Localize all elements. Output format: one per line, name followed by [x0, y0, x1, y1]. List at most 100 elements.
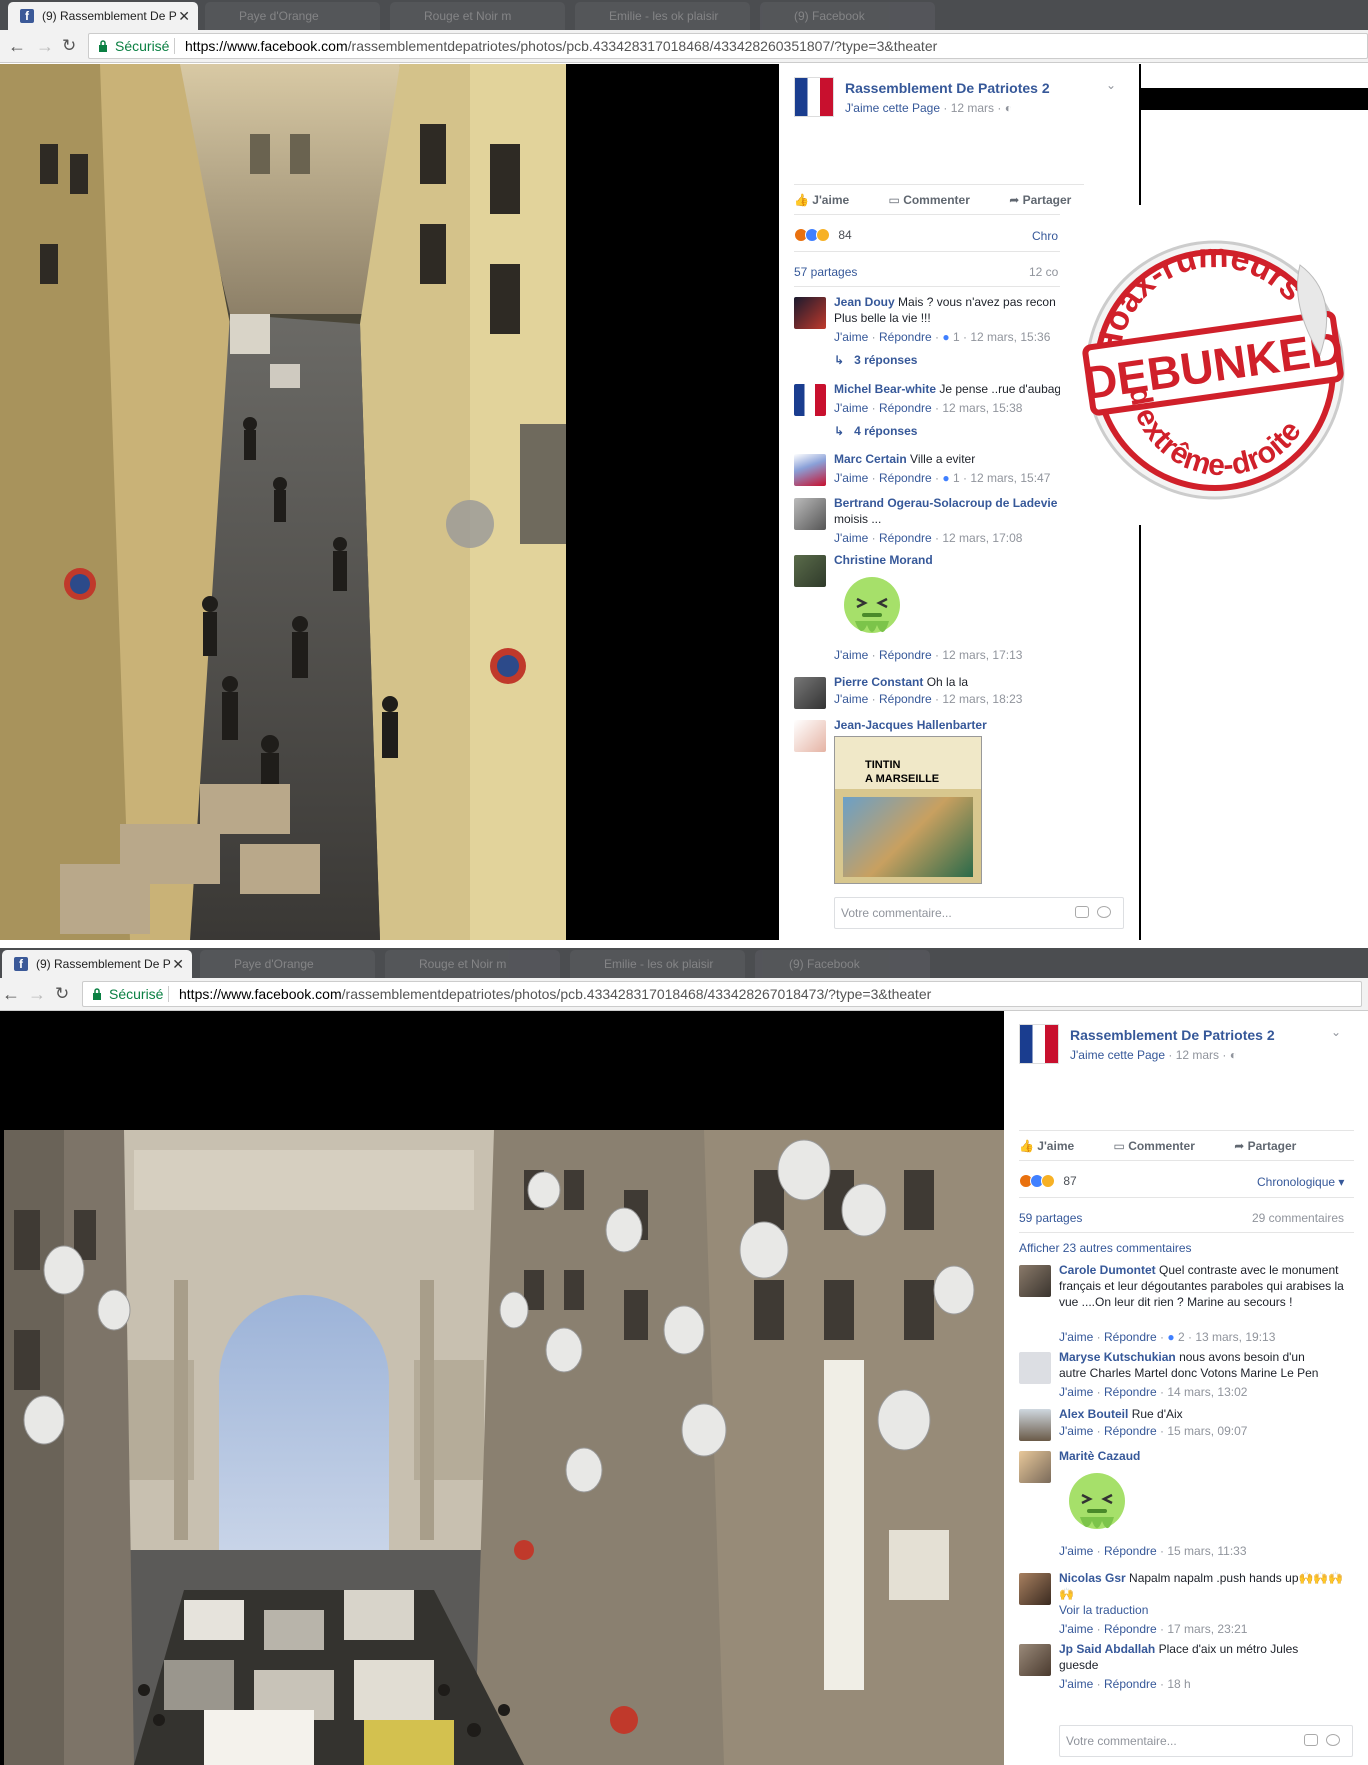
browser-tab[interactable]: (9) Facebook: [760, 2, 935, 30]
comment-button[interactable]: ▭ Commenter: [1114, 1139, 1213, 1153]
comment-reply-link[interactable]: Répondre: [1104, 1424, 1157, 1438]
commenter-avatar[interactable]: [794, 454, 826, 486]
chevron-down-icon[interactable]: ⌄: [1331, 1025, 1341, 1039]
comment-image-comic-cover[interactable]: TINTIN A MARSEILLE: [834, 736, 982, 884]
post-date[interactable]: 12 mars: [951, 101, 994, 115]
comment-reply-link[interactable]: Répondre: [1104, 1622, 1157, 1636]
translate-link[interactable]: Voir la traduction: [1059, 1603, 1148, 1617]
browser-tab[interactable]: Paye d'Orange: [200, 950, 375, 978]
commenter-avatar[interactable]: [1019, 1409, 1051, 1441]
comment-reply-link[interactable]: Répondre: [1104, 1677, 1157, 1691]
camera-icon[interactable]: [1304, 1734, 1318, 1746]
commenter-avatar[interactable]: [1019, 1644, 1051, 1676]
comment-reply-link[interactable]: Répondre: [879, 330, 932, 344]
comment-reply-link[interactable]: Répondre: [879, 401, 932, 415]
comment-reply-link[interactable]: Répondre: [1104, 1330, 1157, 1344]
page-name-link[interactable]: Rassemblement De Patriotes 2: [845, 80, 1050, 96]
comment-like-link[interactable]: J'aime: [834, 648, 868, 662]
browser-tab-active[interactable]: f (9) Rassemblement De P ✕: [2, 950, 192, 978]
commenter-avatar[interactable]: [794, 297, 826, 329]
show-more-comments-link[interactable]: Afficher 23 autres commentaires: [1019, 1241, 1192, 1255]
comment-time[interactable]: 14 mars, 13:02: [1167, 1385, 1247, 1399]
browser-tab[interactable]: Rouge et Noir m: [385, 950, 560, 978]
comments-count[interactable]: 29 commentaires: [1252, 1211, 1344, 1225]
commenter-avatar[interactable]: [794, 384, 826, 416]
emoji-icon[interactable]: [1097, 906, 1111, 918]
commenter-avatar[interactable]: [794, 720, 826, 752]
commenter-avatar[interactable]: [1019, 1352, 1051, 1384]
like-page-link[interactable]: J'aime cette Page: [1070, 1048, 1165, 1062]
url-omnibox[interactable]: Sécurisé https://www.facebook.com/rassem…: [82, 981, 1362, 1007]
comment-time[interactable]: 12 mars, 17:13: [942, 648, 1022, 662]
back-arrow-icon[interactable]: ←: [8, 36, 26, 57]
comment-reply-link[interactable]: Répondre: [879, 531, 932, 545]
post-date[interactable]: 12 mars: [1176, 1048, 1219, 1062]
reactions-summary[interactable]: 87: [1019, 1174, 1077, 1190]
sort-dropdown[interactable]: Chro: [1032, 229, 1058, 243]
commenter-avatar[interactable]: [1019, 1451, 1051, 1483]
comment-time[interactable]: 18 h: [1167, 1677, 1190, 1691]
reload-icon[interactable]: ↻: [62, 36, 76, 56]
post-photo-arch[interactable]: [4, 1130, 1004, 1765]
comment-like-link[interactable]: J'aime: [1059, 1424, 1093, 1438]
close-tab-icon[interactable]: ✕: [178, 2, 190, 30]
commenter-avatar[interactable]: [1019, 1265, 1051, 1297]
page-name-link[interactable]: Rassemblement De Patriotes 2: [1070, 1027, 1275, 1043]
comment-like-link[interactable]: J'aime: [1059, 1622, 1093, 1636]
comment-like-link[interactable]: J'aime: [834, 471, 868, 485]
comment-time[interactable]: 15 mars, 09:07: [1167, 1424, 1247, 1438]
forward-arrow-icon[interactable]: →: [36, 36, 54, 57]
shares-link[interactable]: 59 partages: [1019, 1211, 1082, 1225]
comment-time[interactable]: 15 mars, 11:33: [1167, 1544, 1246, 1558]
comment-author-link[interactable]: Marc Certain: [834, 452, 907, 466]
share-button[interactable]: ➦ Partager: [1234, 1139, 1314, 1153]
page-avatar[interactable]: [794, 77, 834, 117]
sort-dropdown[interactable]: Chronologique ▾: [1257, 1175, 1344, 1189]
comment-like-link[interactable]: J'aime: [834, 401, 868, 415]
comment-author-link[interactable]: Bertrand Ogerau-Solacroup de Ladevie: [834, 496, 1057, 510]
comment-author-link[interactable]: Pierre Constant: [834, 675, 923, 689]
comment-author-link[interactable]: Alex Bouteil: [1059, 1407, 1128, 1421]
comment-author-link[interactable]: Maritè Cazaud: [1059, 1449, 1140, 1463]
commenter-avatar[interactable]: [794, 555, 826, 587]
comment-author-link[interactable]: Maryse Kutschukian: [1059, 1350, 1176, 1364]
comment-author-link[interactable]: Christine Morand: [834, 553, 933, 567]
browser-tab[interactable]: Emilie - les ok plaisir: [570, 950, 745, 978]
comment-author-link[interactable]: Jean Douy: [834, 295, 895, 309]
reload-icon[interactable]: ↻: [55, 984, 69, 1004]
comment-reply-link[interactable]: Répondre: [879, 692, 932, 706]
comment-author-link[interactable]: Jean-Jacques Hallenbarter: [834, 718, 987, 732]
chevron-down-icon[interactable]: ⌄: [1106, 78, 1116, 92]
comment-time[interactable]: 12 mars, 15:36: [970, 330, 1050, 344]
comment-like-link[interactable]: J'aime: [1059, 1544, 1093, 1558]
like-page-link[interactable]: J'aime cette Page: [845, 101, 940, 115]
shares-link[interactable]: 57 partages: [794, 265, 857, 279]
comment-like-link[interactable]: J'aime: [1059, 1330, 1093, 1344]
commenter-avatar[interactable]: [794, 498, 826, 530]
comment-time[interactable]: 17 mars, 23:21: [1167, 1622, 1247, 1636]
comment-button[interactable]: ▭ Commenter: [889, 193, 988, 207]
comment-reply-link[interactable]: Répondre: [879, 648, 932, 662]
close-tab-icon[interactable]: ✕: [172, 950, 184, 978]
like-button[interactable]: 👍 J'aime: [794, 193, 867, 207]
comment-like-link[interactable]: J'aime: [834, 692, 868, 706]
comment-time[interactable]: 13 mars, 19:13: [1195, 1330, 1275, 1344]
comment-like-link[interactable]: J'aime: [834, 330, 868, 344]
view-replies-link[interactable]: ↳ 3 réponses: [834, 353, 917, 367]
browser-tab[interactable]: Paye d'Orange: [205, 2, 380, 30]
comment-reply-link[interactable]: Répondre: [879, 471, 932, 485]
comments-count[interactable]: 12 co: [1029, 265, 1058, 279]
reactions-summary[interactable]: 84: [794, 228, 852, 244]
like-button[interactable]: 👍 J'aime: [1019, 1139, 1092, 1153]
browser-tab[interactable]: (9) Facebook: [755, 950, 930, 978]
comment-time[interactable]: 12 mars, 18:23: [942, 692, 1022, 706]
forward-arrow-icon[interactable]: →: [28, 984, 46, 1005]
comment-like-link[interactable]: J'aime: [1059, 1677, 1093, 1691]
camera-icon[interactable]: [1075, 906, 1089, 918]
comment-author-link[interactable]: Jp Said Abdallah: [1059, 1642, 1155, 1656]
comment-like-link[interactable]: J'aime: [834, 531, 868, 545]
comment-reply-link[interactable]: Répondre: [1104, 1544, 1157, 1558]
comment-input[interactable]: Votre commentaire...: [834, 897, 1124, 929]
url-omnibox[interactable]: Sécurisé https://www.facebook.com/rassem…: [88, 33, 1368, 59]
comment-time[interactable]: 12 mars, 15:47: [970, 471, 1050, 485]
